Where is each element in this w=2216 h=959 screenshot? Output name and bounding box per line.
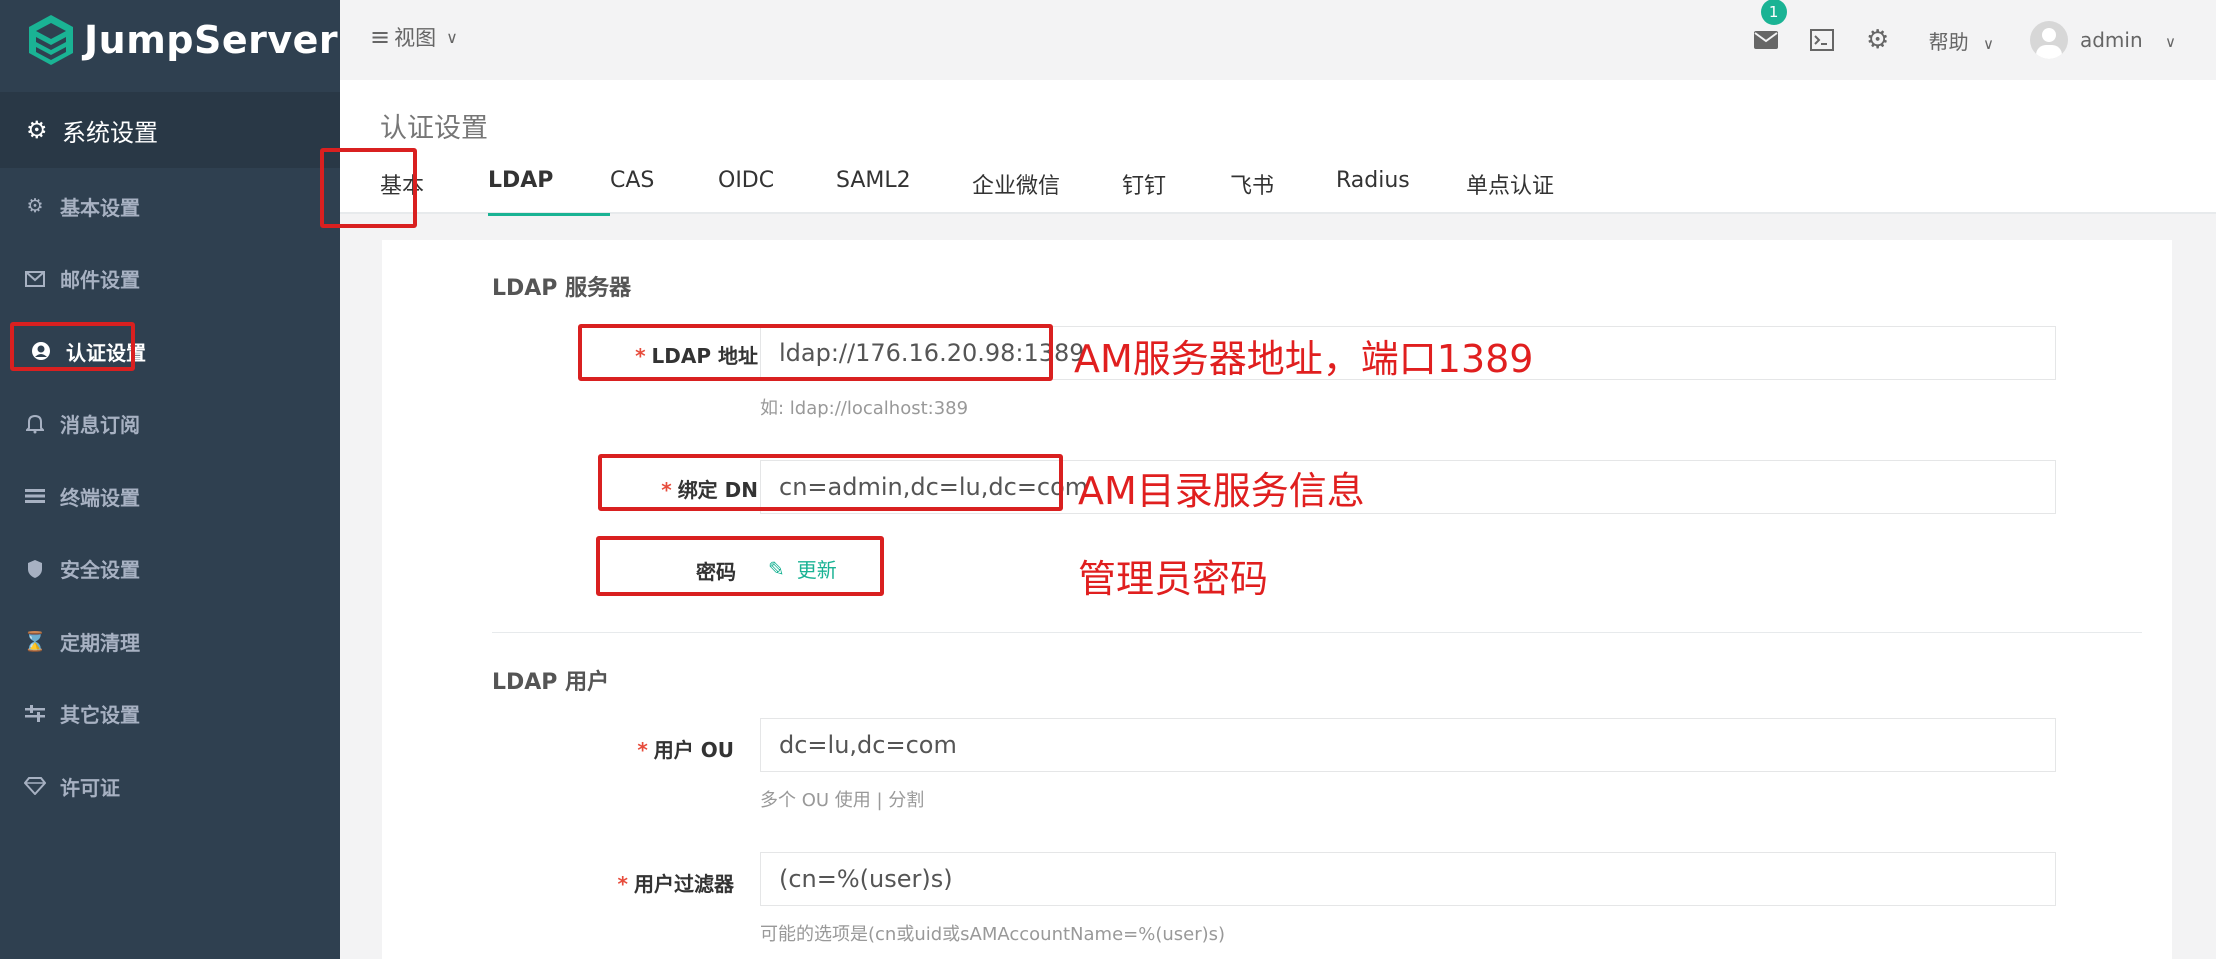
terminal-list-icon — [24, 485, 46, 507]
sidebar-item-label: 其它设置 — [60, 703, 140, 728]
tab-cas[interactable]: CAS — [610, 168, 718, 208]
notification-badge: 1 — [1760, 0, 1787, 25]
tab-radius[interactable]: Radius — [1336, 168, 1466, 208]
sidebar-item-security[interactable]: 安全设置 — [0, 533, 340, 606]
sidebar-item-label: 邮件设置 — [60, 268, 140, 293]
gear-icon: ⚙ — [26, 116, 48, 144]
user-filter-hint: 可能的选项是(cn或uid或sAMAccountName=%(user)s) — [760, 924, 1226, 945]
ldap-address-hint: 如: ldap://localhost:389 — [760, 398, 969, 419]
jumpserver-logo-icon — [29, 15, 73, 65]
sidebar-item-basic[interactable]: ⚙ 基本设置 — [0, 170, 340, 243]
password-update-link[interactable]: ✎ 更新 — [768, 554, 837, 583]
hamburger-icon: ≡ — [370, 23, 391, 51]
sidebar-item-auth[interactable]: 认证设置 — [0, 315, 340, 388]
user-menu[interactable]: admin ∨ — [2080, 28, 2176, 52]
password-label: 密码 — [696, 560, 736, 584]
tab-sso[interactable]: 单点认证 — [1466, 168, 1596, 208]
tab-saml2[interactable]: SAML2 — [836, 168, 972, 208]
terminal-icon — [1809, 29, 1834, 51]
bind-dn-label: * 绑定 DN — [661, 478, 758, 502]
section-title-ldap-server: LDAP 服务器 — [492, 276, 632, 301]
avatar[interactable] — [2029, 21, 2068, 59]
content-header: 认证设置 基本 LDAP CAS OIDC SAML2 企业微信 钉钉 飞书 R… — [340, 80, 2216, 216]
sidebar-item-email[interactable]: 邮件设置 — [0, 243, 340, 316]
messages-button[interactable]: 1 — [1753, 0, 1787, 53]
password-update-label: 更新 — [796, 558, 837, 582]
user-ou-hint: 多个 OU 使用 | 分割 — [760, 790, 925, 811]
envelope-icon — [24, 268, 46, 290]
sidebar-menu: ⚙ 基本设置 邮件设置 认证设置 消息订阅 终端设置 安全设置 ⌛ 定期清理 其… — [0, 170, 340, 823]
sidebar-item-label: 基本设置 — [60, 195, 140, 220]
sidebar-item-label: 认证设置 — [66, 340, 146, 365]
diamond-icon — [24, 775, 46, 797]
user-ou-input[interactable]: dc=lu,dc=com — [760, 718, 2056, 772]
gear-icon: ⚙ — [26, 195, 44, 218]
logo[interactable]: JumpServer — [26, 10, 338, 70]
user-circle-icon — [30, 340, 52, 362]
annotation-address-note: AM服务器地址，端口1389 — [1074, 337, 1534, 381]
sidebar-item-cleanup[interactable]: ⌛ 定期清理 — [0, 605, 340, 678]
envelope-icon — [1753, 31, 1778, 49]
hourglass-icon: ⌛ — [23, 630, 47, 653]
top-right-actions: 1 ⚙ 帮助 ∨ admin ∨ — [1753, 0, 2216, 80]
sliders-icon — [24, 703, 46, 725]
username: admin — [2079, 28, 2143, 52]
brand-name: JumpServer — [84, 18, 339, 62]
tab-ldap[interactable]: LDAP — [488, 168, 610, 216]
page-title: 认证设置 — [380, 113, 488, 144]
section-title-ldap-user: LDAP 用户 — [492, 670, 610, 695]
pencil-icon: ✎ — [768, 556, 785, 581]
ldap-address-label: * LDAP 地址 — [635, 344, 758, 368]
sidebar-item-other[interactable]: 其它设置 — [0, 678, 340, 751]
web-terminal-button[interactable] — [1809, 27, 1835, 53]
view-label: 视图 — [394, 26, 437, 50]
system-settings-label: 系统设置 — [62, 118, 158, 147]
settings-tabs: 基本 LDAP CAS OIDC SAML2 企业微信 钉钉 飞书 Radius… — [380, 168, 1596, 216]
user-ou-label: * 用户 OU — [637, 738, 734, 762]
sidebar-item-license[interactable]: 许可证 — [0, 750, 340, 823]
chevron-down-icon: ∨ — [2165, 33, 2176, 51]
sidebar-item-label: 许可证 — [60, 775, 120, 800]
help-menu[interactable]: 帮助 ∨ — [1929, 26, 1994, 55]
shield-icon — [24, 558, 46, 580]
sidebar-item-terminal[interactable]: 终端设置 — [0, 460, 340, 533]
chevron-down-icon: ∨ — [1983, 34, 1994, 53]
tab-basic[interactable]: 基本 — [380, 168, 488, 208]
sidebar-item-label: 消息订阅 — [60, 413, 140, 438]
section-divider — [492, 632, 2142, 633]
user-filter-input[interactable]: (cn=%(user)s) — [760, 852, 2056, 906]
user-filter-label: * 用户过滤器 — [617, 872, 734, 896]
tab-oidc[interactable]: OIDC — [718, 168, 836, 208]
gear-icon: ⚙ — [1865, 25, 1890, 55]
chevron-down-icon: ∨ — [446, 27, 458, 47]
bell-icon — [24, 413, 46, 435]
sidebar: JumpServer ⚙ 系统设置 ⚙ 基本设置 邮件设置 认证设置 消息订阅 — [0, 0, 340, 959]
top-bar: ≡ 视图 ∨ 1 ⚙ 帮助 ∨ admin ∨ — [340, 0, 2216, 80]
sidebar-item-label: 定期清理 — [60, 630, 140, 655]
view-menu-toggle[interactable]: ≡ 视图 ∨ — [370, 22, 458, 52]
annotation-password-note: 管理员密码 — [1078, 557, 1269, 601]
bind-dn-input[interactable]: cn=admin,dc=lu,dc=com — [760, 460, 2056, 514]
sidebar-item-notifications[interactable]: 消息订阅 — [0, 388, 340, 461]
tab-feishu[interactable]: 飞书 — [1230, 168, 1336, 208]
tab-wecom[interactable]: 企业微信 — [972, 168, 1122, 208]
sidebar-item-label: 终端设置 — [60, 485, 140, 510]
annotation-dn-note: AM目录服务信息 — [1078, 469, 1365, 513]
system-settings-header[interactable]: ⚙ 系统设置 — [0, 92, 340, 168]
sidebar-item-label: 安全设置 — [60, 558, 140, 583]
settings-button[interactable]: ⚙ — [1865, 25, 1891, 55]
help-label: 帮助 — [1928, 29, 1969, 54]
tab-dingtalk[interactable]: 钉钉 — [1122, 168, 1230, 208]
